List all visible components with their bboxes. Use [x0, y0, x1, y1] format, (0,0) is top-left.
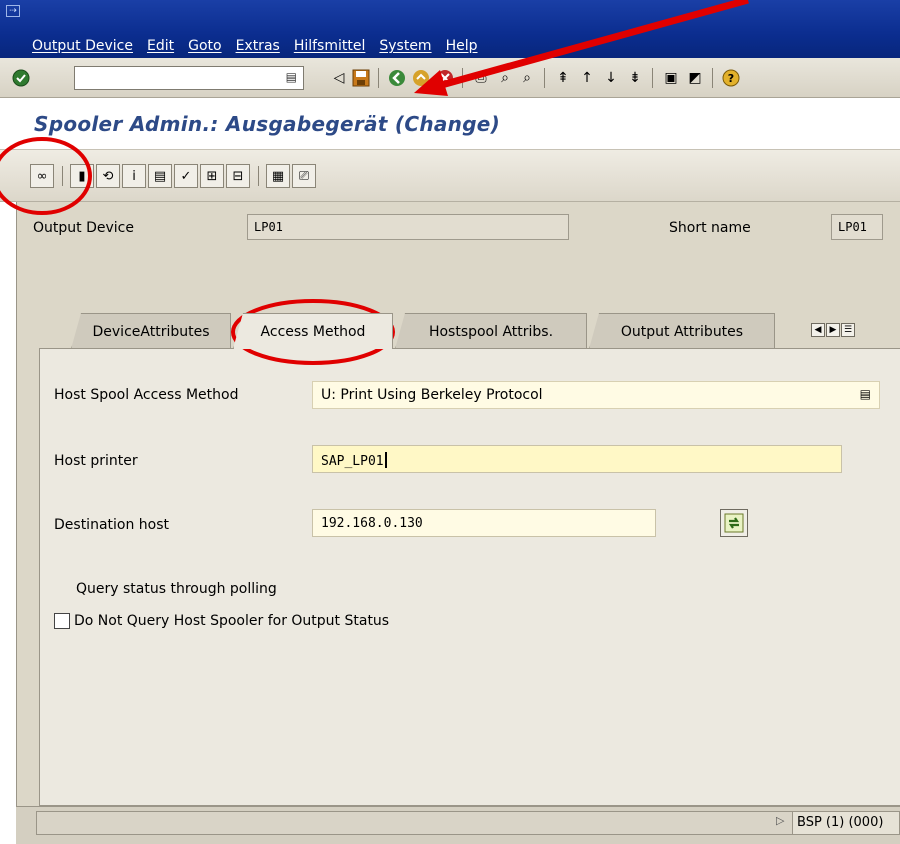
polling-label: Query status through polling [76, 581, 277, 597]
destination-host-value: 192.168.0.130 [321, 516, 423, 531]
delete-icon[interactable]: ▮ [70, 164, 94, 188]
output-device-label: Output Device [33, 220, 134, 236]
short-name-field[interactable]: LP01 [831, 214, 883, 240]
shortcut-icon[interactable]: ◩ [684, 67, 706, 89]
standard-toolbar: ▤ ◁ ⎙ ⌕ ⌕ ⇞ ↑ ↓ ⇟ ▣ ◩ ? [0, 58, 900, 98]
svg-text:?: ? [728, 72, 734, 85]
test-print-icon[interactable]: ⊞ [200, 164, 224, 188]
find-next-icon[interactable]: ⌕ [516, 67, 538, 89]
destination-host-input[interactable]: 192.168.0.130 [312, 509, 656, 537]
command-field[interactable]: ▤ [74, 66, 304, 90]
transport-icon[interactable]: ⊟ [226, 164, 250, 188]
menu-system[interactable]: System [379, 38, 431, 54]
tab-output-attributes[interactable]: Output Attributes [589, 313, 775, 349]
status-message [36, 811, 802, 835]
refresh-button[interactable] [720, 509, 748, 537]
command-history-icon[interactable]: ▤ [286, 70, 297, 84]
tab-panel-access-method: Host Spool Access Method U: Print Using … [39, 348, 900, 806]
access-method-value: U: Print Using Berkeley Protocol [321, 387, 543, 403]
menu-bar: ⇢ Output Device Edit Goto Extras Hilfsmi… [0, 0, 900, 58]
application-toolbar: ∞ ▮ ⟲ i ▤ ✓ ⊞ ⊟ ▦ ⎚ [0, 150, 900, 202]
exit-icon[interactable] [410, 67, 432, 89]
back-green-arrow-icon[interactable] [386, 67, 408, 89]
save-floppy-icon[interactable] [350, 67, 372, 89]
menu-output-device[interactable]: Output Device [32, 38, 133, 54]
tab-hostspool-attribs[interactable]: Hostspool Attribs. [395, 313, 587, 349]
no-query-checkbox[interactable] [54, 613, 70, 629]
menu-help[interactable]: Help [446, 38, 478, 54]
host-printer-input[interactable]: SAP_LP01 [312, 445, 842, 473]
host-printer-label: Host printer [54, 453, 138, 469]
output-device-field[interactable]: LP01 [247, 214, 569, 240]
print-icon[interactable]: ⎙ [470, 67, 492, 89]
refresh-icon [724, 513, 744, 533]
host-printer-value: SAP_LP01 [321, 454, 384, 469]
enter-check-icon[interactable] [10, 67, 32, 89]
access-method-label: Host Spool Access Method [54, 387, 239, 403]
system-menu-icon[interactable]: ⇢ [6, 5, 20, 17]
value-help-icon[interactable]: ▤ [860, 387, 871, 401]
back-triangle-icon[interactable]: ◁ [328, 67, 350, 89]
display-change-glasses-icon[interactable]: ∞ [30, 164, 54, 188]
other-object-icon[interactable]: ⟲ [96, 164, 120, 188]
find-icon[interactable]: ⌕ [494, 67, 516, 89]
menu-goto[interactable]: Goto [188, 38, 221, 54]
system-info[interactable]: BSP (1) (000) [792, 811, 900, 835]
status-expand-icon[interactable]: ▷ [776, 814, 784, 827]
information-icon[interactable]: i [122, 164, 146, 188]
menu: Output Device Edit Goto Extras Hilfsmitt… [32, 38, 478, 54]
tab-list-icon[interactable]: ☰ [841, 323, 855, 337]
cancel-icon[interactable] [434, 67, 456, 89]
status-bar: ▷ BSP (1) (000) [16, 806, 900, 844]
previous-page-icon[interactable]: ↑ [576, 67, 598, 89]
page-title: Spooler Admin.: Ausgabegerät (Change) [34, 112, 501, 136]
output-device-icon[interactable]: ▤ [148, 164, 172, 188]
tab-scroll-left-icon[interactable]: ◀ [811, 323, 825, 337]
content-area: Output Device LP01 Short name LP01 Devic… [16, 202, 900, 806]
access-method-dropdown[interactable]: U: Print Using Berkeley Protocol ▤ [312, 381, 880, 409]
last-page-icon[interactable]: ⇟ [624, 67, 646, 89]
destination-host-label: Destination host [54, 517, 170, 533]
menu-hilfsmittel[interactable]: Hilfsmittel [294, 38, 366, 54]
next-page-icon[interactable]: ↓ [600, 67, 622, 89]
menu-extras[interactable]: Extras [236, 38, 280, 54]
tab-access-method[interactable]: Access Method [233, 313, 393, 349]
no-query-label: Do Not Query Host Spooler for Output Sta… [74, 613, 390, 629]
check-icon[interactable]: ✓ [174, 164, 198, 188]
list-icon[interactable]: ▦ [266, 164, 290, 188]
new-session-icon[interactable]: ▣ [660, 67, 682, 89]
short-name-label: Short name [669, 220, 751, 236]
menu-edit[interactable]: Edit [147, 38, 174, 54]
tab-scroll-right-icon[interactable]: ▶ [826, 323, 840, 337]
title-bar: Spooler Admin.: Ausgabegerät (Change) [0, 98, 900, 150]
stamp-icon[interactable]: ⎚ [292, 164, 316, 188]
help-icon[interactable]: ? [720, 67, 742, 89]
tab-device-attributes[interactable]: DeviceAttributes [71, 313, 231, 349]
tab-navigation: ◀ ▶ ☰ [811, 323, 855, 337]
first-page-icon[interactable]: ⇞ [552, 67, 574, 89]
